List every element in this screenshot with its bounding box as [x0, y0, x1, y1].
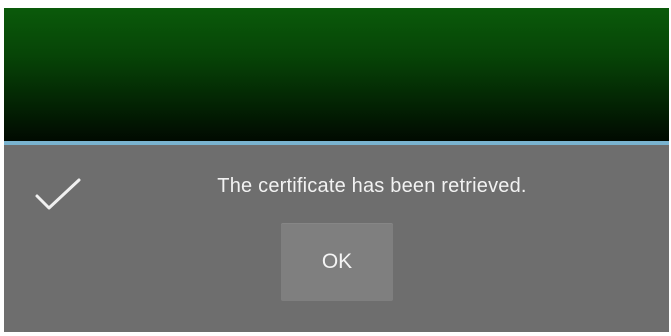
- dialog-message: The certificate has been retrieved.: [217, 175, 527, 197]
- app-window: The certificate has been retrieved. OK: [4, 8, 669, 332]
- app-header: [4, 8, 669, 141]
- ok-button[interactable]: OK: [281, 223, 393, 301]
- confirmation-dialog: The certificate has been retrieved. OK: [4, 145, 669, 332]
